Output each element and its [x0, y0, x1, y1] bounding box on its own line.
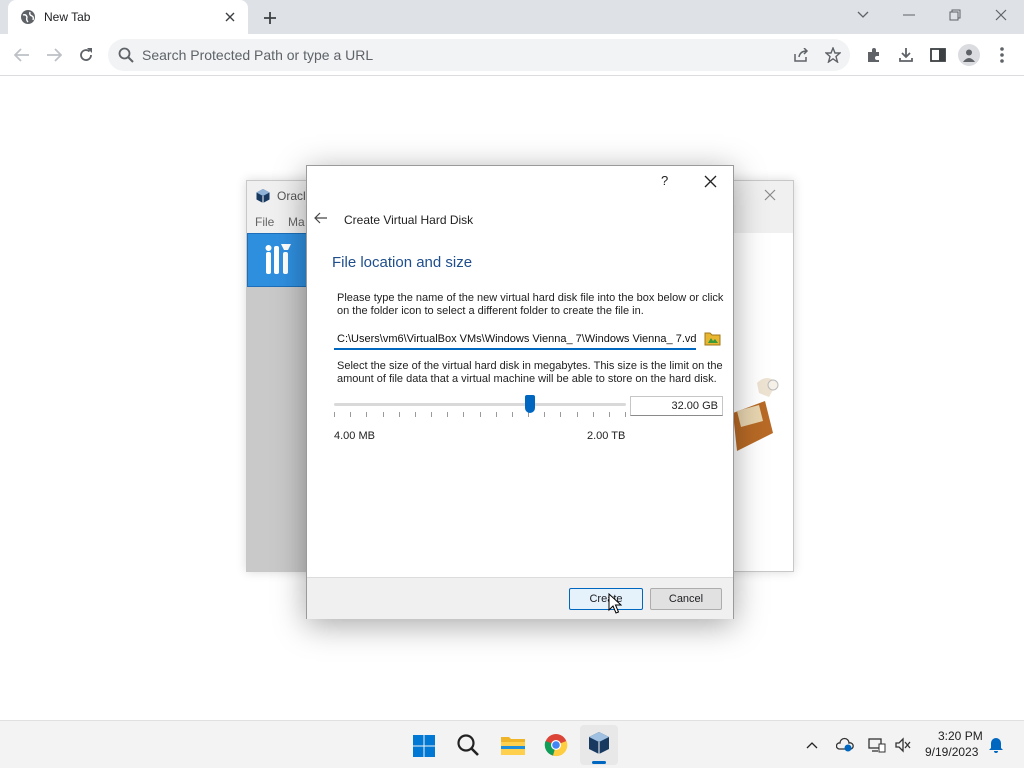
minimize-icon[interactable]	[900, 6, 918, 24]
windows-start-icon[interactable]	[412, 734, 436, 758]
slider-tick	[415, 412, 416, 417]
globe-icon	[20, 9, 36, 25]
profile-avatar-icon[interactable]	[958, 44, 980, 66]
tools-item[interactable]	[247, 233, 307, 287]
cancel-button[interactable]: Cancel	[650, 588, 722, 610]
notification-bell-icon[interactable]	[988, 737, 1004, 754]
slider-track	[334, 403, 626, 406]
chevron-up-icon[interactable]	[804, 737, 820, 753]
slider-tick	[625, 412, 626, 417]
window-close-icon[interactable]	[992, 6, 1010, 24]
section-title: File location and size	[332, 254, 473, 271]
network-icon[interactable]	[868, 737, 886, 753]
size-slider[interactable]	[334, 394, 626, 420]
dialog-close-icon[interactable]	[701, 172, 719, 190]
create-button[interactable]: Create	[569, 588, 643, 610]
bookmark-star-icon[interactable]	[824, 46, 842, 64]
slider-max-label: 2.00 TB	[587, 430, 626, 442]
cancel-label: Cancel	[668, 593, 704, 605]
slider-tick	[463, 412, 464, 417]
tab-search-icon[interactable]	[854, 6, 872, 24]
menu-file[interactable]: File	[255, 215, 274, 229]
dialog-footer: Create Cancel	[307, 577, 733, 619]
taskbar: 3:20 PM 9/19/2023	[0, 720, 1024, 768]
back-arrow-icon[interactable]	[313, 210, 329, 226]
slider-tick	[577, 412, 578, 417]
virtualbox-taskbar-item[interactable]	[580, 725, 618, 765]
slider-tick	[399, 412, 400, 417]
tab-new-tab[interactable]: New Tab	[8, 0, 248, 34]
folder-icon[interactable]	[703, 329, 721, 347]
virtualbox-logo-icon	[255, 188, 271, 204]
restore-icon[interactable]	[946, 6, 964, 24]
reload-icon[interactable]	[76, 45, 96, 65]
forward-arrow-icon[interactable]	[44, 45, 64, 65]
create-virtual-hard-disk-dialog: ? Create Virtual Hard Disk File location…	[306, 165, 734, 619]
tab-title: New Tab	[44, 10, 91, 24]
slider-min-label: 4.00 MB	[334, 430, 375, 442]
active-indicator	[592, 761, 606, 764]
slider-thumb[interactable]	[524, 395, 535, 413]
extensions-icon[interactable]	[864, 45, 884, 65]
virtualbox-icon	[588, 731, 610, 755]
tools-icon	[264, 242, 296, 276]
manager-close-icon[interactable]	[762, 187, 778, 203]
search-icon	[118, 47, 134, 63]
size-value-box[interactable]: 32.00 GB	[630, 396, 723, 416]
back-arrow-icon[interactable]	[12, 45, 32, 65]
clock-date[interactable]: 9/19/2023	[925, 745, 978, 759]
slider-tick	[560, 412, 561, 417]
slider-tick	[447, 412, 448, 417]
slider-tick	[512, 412, 513, 417]
location-description: Please type the name of the new virtual …	[337, 292, 724, 317]
size-value: 32.00 GB	[671, 400, 718, 412]
taskbar-search-icon[interactable]	[456, 733, 480, 757]
slider-tick	[480, 412, 481, 417]
download-icon[interactable]	[896, 45, 916, 65]
share-icon[interactable]	[792, 46, 810, 64]
slider-tick	[496, 412, 497, 417]
mouse-cursor-icon	[608, 592, 623, 615]
slider-tick	[609, 412, 610, 417]
file-path-value: C:\Users\vm6\VirtualBox VMs\Windows Vien…	[337, 333, 696, 345]
slider-tick	[350, 412, 351, 417]
volume-muted-icon[interactable]	[894, 737, 912, 753]
slider-ticks	[334, 412, 626, 420]
chrome-icon[interactable]	[544, 733, 568, 757]
side-panel-icon[interactable]	[928, 45, 948, 65]
close-tab-icon[interactable]	[222, 9, 238, 25]
slider-tick	[593, 412, 594, 417]
dialog-header-title: Create Virtual Hard Disk	[344, 213, 474, 227]
slider-tick	[431, 412, 432, 417]
file-explorer-icon[interactable]	[500, 734, 526, 756]
new-tab-icon[interactable]	[260, 8, 280, 28]
address-bar[interactable]: Search Protected Path or type a URL	[108, 39, 850, 71]
slider-tick	[383, 412, 384, 417]
slider-tick	[544, 412, 545, 417]
help-button[interactable]: ?	[661, 173, 668, 188]
toolbox-graphic-icon	[733, 363, 793, 463]
file-path-input[interactable]: C:\Users\vm6\VirtualBox VMs\Windows Vien…	[334, 330, 696, 350]
menu-machine[interactable]: Ma	[288, 215, 305, 229]
address-placeholder: Search Protected Path or type a URL	[142, 47, 374, 63]
slider-tick	[366, 412, 367, 417]
clock-time[interactable]: 3:20 PM	[938, 729, 983, 743]
menu-kebab-icon[interactable]	[994, 45, 1010, 65]
manager-left-pane	[247, 287, 307, 571]
size-description: Select the size of the virtual hard disk…	[337, 360, 723, 385]
slider-tick	[334, 412, 335, 417]
onedrive-icon[interactable]	[835, 737, 854, 753]
